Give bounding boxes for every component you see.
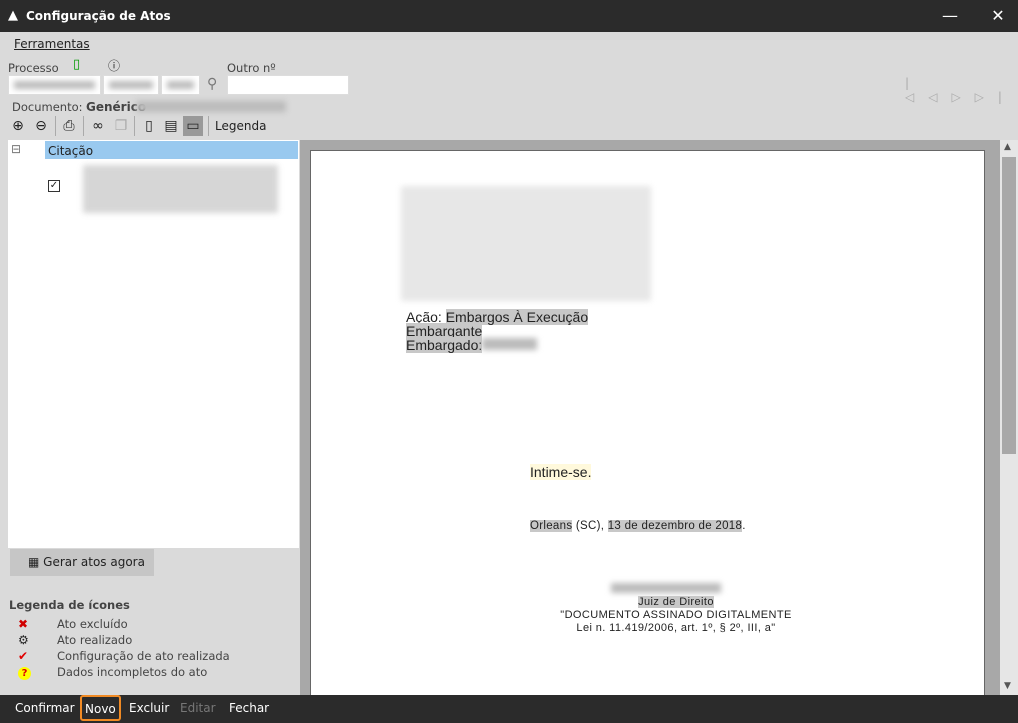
scroll-up-icon[interactable]: ▲ bbox=[1004, 142, 1011, 152]
vertical-scrollbar[interactable]: ▲ ▼ bbox=[1000, 140, 1018, 695]
legend-list: ✖ Ato excluído ⚙ Ato realizado ✔ Configuraç… bbox=[18, 617, 230, 681]
single-page-icon[interactable]: ▯ bbox=[139, 116, 159, 136]
record-navigation[interactable]: |◁◁▷▷| bbox=[905, 76, 1018, 104]
gerar-label: Gerar atos agora bbox=[43, 555, 145, 569]
legenda-button[interactable]: Legenda bbox=[215, 119, 266, 133]
judge-name bbox=[611, 583, 721, 593]
confirmar-button[interactable]: Confirmar bbox=[12, 701, 78, 715]
app-logo-icon: ▲ bbox=[8, 8, 18, 23]
embargado-label: Embargado: bbox=[406, 337, 483, 353]
info-icon[interactable]: ⓘ bbox=[108, 57, 120, 74]
minimize-button[interactable]: — bbox=[930, 4, 970, 28]
documento-label: Documento: bbox=[12, 100, 83, 114]
processo-label: Processo bbox=[8, 61, 59, 75]
separator bbox=[208, 116, 209, 136]
processo-field-1[interactable] bbox=[8, 75, 101, 95]
documento-detail bbox=[136, 101, 286, 112]
window-title: Configuração de Atos bbox=[26, 9, 171, 23]
fechar-button[interactable]: Fechar bbox=[226, 701, 272, 715]
gear-icon: ⚙ bbox=[18, 633, 29, 647]
act-description bbox=[83, 165, 278, 213]
separator bbox=[134, 116, 135, 136]
separator bbox=[55, 116, 56, 136]
print-icon[interactable]: ⎙ bbox=[59, 116, 79, 136]
copy-icon: ❐ bbox=[114, 118, 128, 134]
whole-page-icon[interactable]: ▭ bbox=[183, 116, 203, 136]
processo-field-3[interactable] bbox=[161, 75, 200, 95]
case-info: Ação: Embargos À Execução Embargante Emb… bbox=[406, 309, 589, 353]
novo-button[interactable]: Novo bbox=[80, 695, 121, 721]
collapse-icon[interactable]: ⊟ bbox=[11, 142, 21, 156]
gerar-atos-button[interactable]: ▦ Gerar atos agora bbox=[10, 549, 154, 576]
document-page: Ação: Embargos À Execução Embargante Emb… bbox=[310, 150, 985, 710]
document-preview: Ação: Embargos À Execução Embargante Emb… bbox=[300, 140, 1000, 710]
search-icon[interactable]: ⚲ bbox=[207, 76, 217, 92]
scroll-thumb[interactable] bbox=[1002, 157, 1016, 454]
zoom-out-icon[interactable]: ⊖ bbox=[31, 116, 51, 136]
letterhead bbox=[401, 186, 651, 301]
zoom-in-icon[interactable]: ⊕ bbox=[8, 116, 28, 136]
tree-node-citacao[interactable]: Citação bbox=[45, 141, 298, 159]
legend-item-configuracao: ✔ Configuração de ato realizada bbox=[18, 649, 230, 663]
date-line: Orleans (SC), 13 de dezembro de 2018. bbox=[530, 520, 746, 532]
editar-button: Editar bbox=[180, 701, 216, 715]
signature-block: Juiz de Direito "DOCUMENTO ASSINADO DIGI… bbox=[560, 596, 792, 634]
legend-title: Legenda de ícones bbox=[9, 598, 130, 612]
close-button[interactable]: ✕ bbox=[978, 4, 1018, 28]
find-icon[interactable]: ∞ bbox=[88, 116, 108, 136]
acts-tree: ⊟ Citação ✓ bbox=[8, 140, 299, 548]
legend-item-incompleto: ? Dados incompletos do ato bbox=[18, 665, 230, 681]
title-bar: ▲ Configuração de Atos — ✕ bbox=[0, 0, 1018, 32]
question-icon: ? bbox=[18, 667, 31, 680]
action-bar: Confirmar Novo Excluir Editar Fechar bbox=[0, 695, 1018, 723]
scroll-down-icon[interactable]: ▼ bbox=[1004, 681, 1011, 691]
processo-field-2[interactable] bbox=[103, 75, 159, 95]
excluir-button[interactable]: Excluir bbox=[126, 701, 172, 715]
outro-label: Outro nº bbox=[227, 61, 276, 75]
new-document-icon[interactable]: ▯ bbox=[73, 57, 80, 72]
separator bbox=[83, 116, 84, 136]
legend-item-realizado: ⚙ Ato realizado bbox=[18, 633, 133, 647]
page-width-icon[interactable]: ▤ bbox=[161, 116, 181, 136]
intime-text: Intime-se. bbox=[530, 464, 592, 480]
legend-item-excluido: ✖ Ato excluído bbox=[18, 617, 128, 631]
act-checkbox[interactable]: ✓ bbox=[48, 180, 60, 192]
outro-field[interactable] bbox=[227, 75, 349, 95]
x-icon: ✖ bbox=[18, 617, 29, 631]
menu-ferramentas[interactable]: Ferramentas bbox=[14, 37, 90, 51]
qr-icon: ▦ bbox=[28, 555, 40, 569]
check-icon: ✔ bbox=[18, 649, 29, 663]
